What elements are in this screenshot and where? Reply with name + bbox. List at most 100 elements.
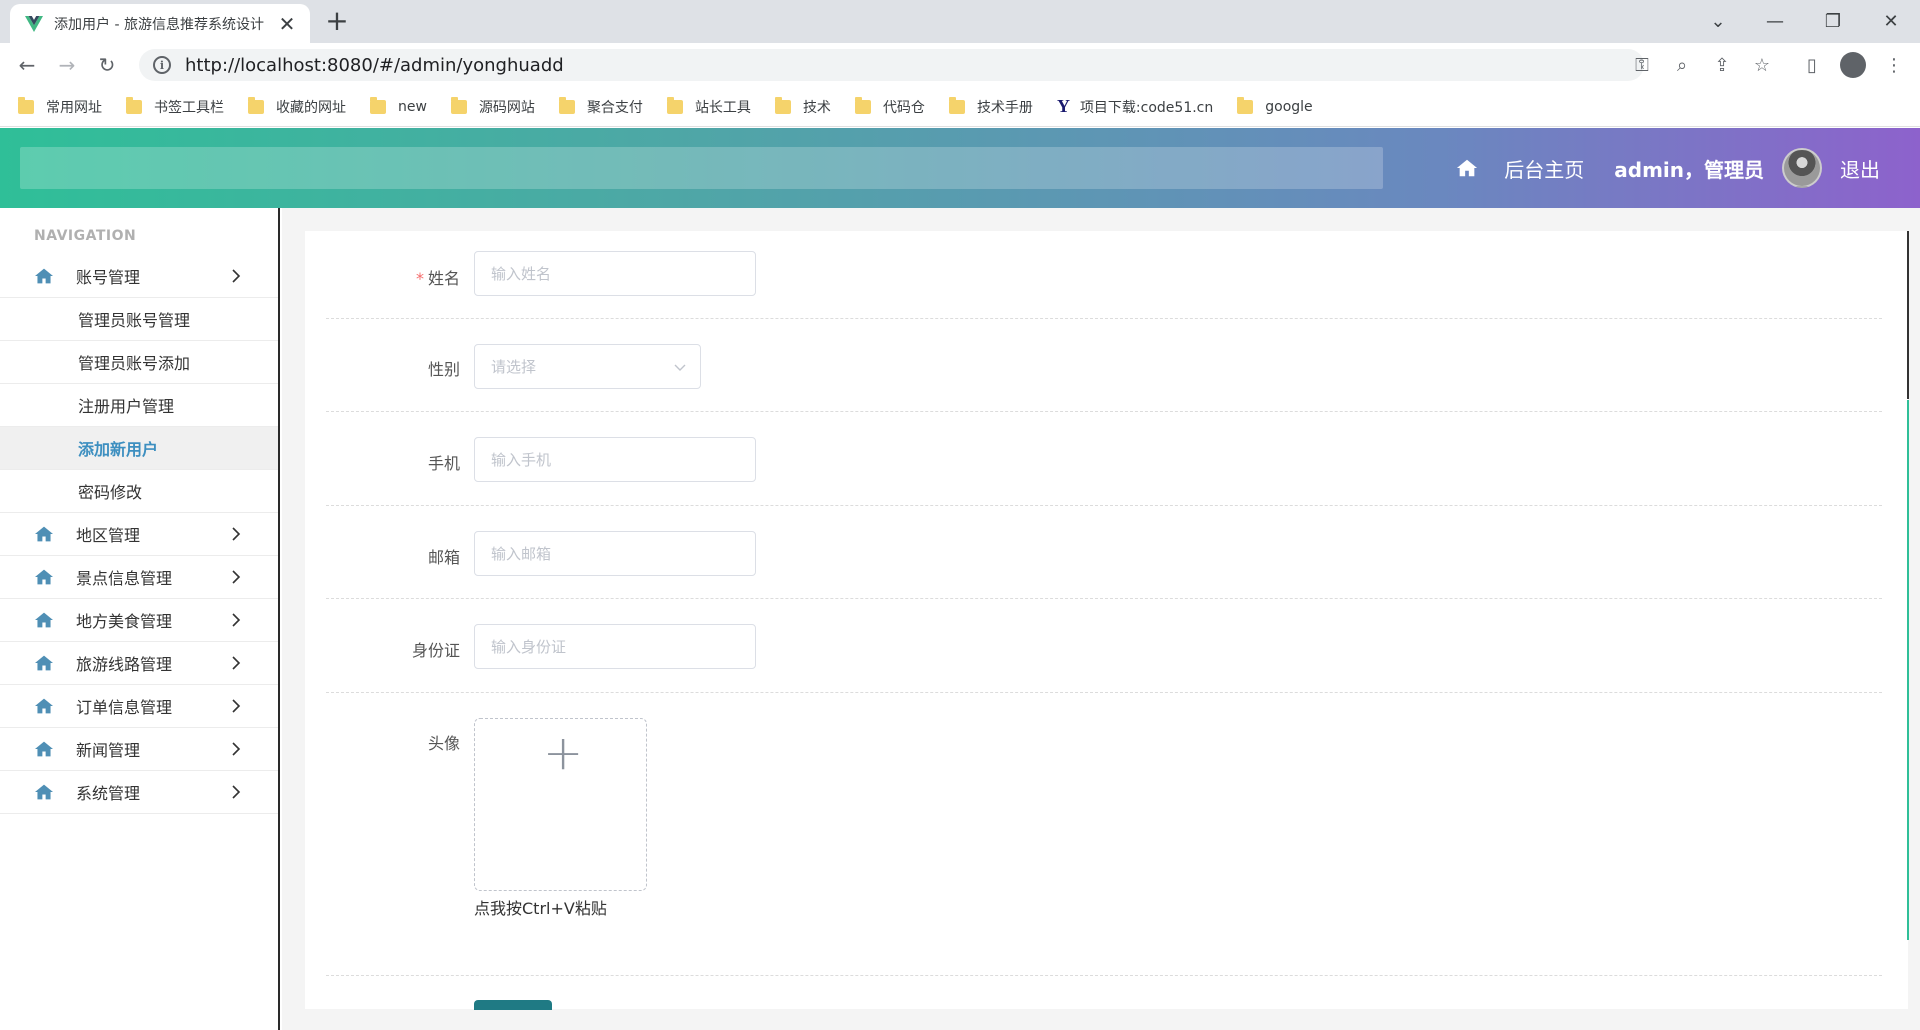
chevron-right-icon: [232, 742, 241, 756]
profile-avatar-icon[interactable]: [1840, 52, 1866, 78]
vue-logo-icon: [24, 14, 44, 34]
sidebar-subitem-password[interactable]: 密码修改: [0, 470, 278, 513]
phone-input[interactable]: 输入手机: [474, 437, 756, 482]
zoom-icon[interactable]: ⌕: [1670, 53, 1694, 77]
share-icon[interactable]: ⇪: [1710, 53, 1734, 77]
gender-select[interactable]: 请选择: [474, 344, 701, 389]
name-input[interactable]: 输入姓名: [474, 251, 756, 296]
restore-icon[interactable]: ❐: [1810, 6, 1856, 36]
key-icon[interactable]: ⚿: [1630, 53, 1654, 77]
forward-icon[interactable]: →: [54, 52, 80, 78]
tab-search-icon[interactable]: ⌄: [1695, 6, 1741, 36]
bookmark-label: 代码仓: [882, 99, 925, 116]
form-row-avatar: 头像 + 点我按Ctrl+V粘贴: [326, 693, 1882, 976]
sidebar: NAVIGATION 账号管理 管理员账号管理 管理员账号添加 注册用户管理 添…: [0, 208, 280, 1030]
bookmark-item[interactable]: google: [1237, 96, 1313, 115]
sidebar-item-news[interactable]: 新闻管理: [0, 728, 278, 771]
bookmark-label: 技术: [802, 99, 831, 116]
form-row-gender: 性别 请选择: [326, 319, 1882, 412]
menu-kebab-icon[interactable]: ⋮: [1882, 53, 1906, 77]
address-bar[interactable]: i http://localhost:8080/#/admin/yonghuad…: [139, 49, 1644, 81]
new-tab-icon[interactable]: +: [323, 7, 351, 36]
sidebar-item-label: 订单信息管理: [76, 698, 173, 717]
bookmarks-bar: 常用网址 书签工具栏 收藏的网址 new 源码网站 聚合支付 站长工具 技术 代…: [0, 87, 1920, 127]
sidebar-item-label: 地方美食管理: [76, 612, 173, 631]
email-input[interactable]: 输入邮箱: [474, 531, 756, 576]
bookmark-item[interactable]: 源码网站: [450, 96, 535, 117]
bookmark-label: 技术手册: [976, 99, 1033, 116]
sidebar-item-label: 旅游线路管理: [76, 655, 173, 674]
back-icon[interactable]: ←: [14, 52, 40, 78]
scrollbar-track[interactable]: [1907, 231, 1909, 399]
bookmark-item[interactable]: 站长工具: [666, 96, 751, 117]
sidebar-subitem-add-user[interactable]: 添加新用户: [0, 427, 278, 470]
browser-tab[interactable]: 添加用户 - 旅游信息推荐系统设计 ✕: [10, 4, 310, 43]
bookmark-item[interactable]: 书签工具栏: [126, 96, 224, 117]
sidebar-item-label: 新闻管理: [76, 741, 141, 760]
url-text: http://localhost:8080/#/admin/yonghuadd: [185, 54, 564, 76]
sidebar-item-label: 账号管理: [76, 268, 141, 287]
sidebar-item-scenic[interactable]: 景点信息管理: [0, 556, 278, 599]
sidebar-subitem-user-manage[interactable]: 注册用户管理: [0, 384, 278, 427]
form-row-name: * 姓名 输入姓名: [326, 246, 1882, 319]
reload-icon[interactable]: ↻: [94, 52, 120, 78]
chevron-right-icon: [232, 570, 241, 584]
home-icon: [35, 612, 53, 628]
avatar-label: 头像: [427, 734, 460, 753]
logout-button[interactable]: 退出: [1840, 154, 1880, 183]
chevron-right-icon: [232, 613, 241, 627]
bookmark-label: 聚合支付: [586, 99, 643, 116]
name-label-text: 姓名: [427, 269, 460, 288]
home-icon[interactable]: [1456, 157, 1478, 179]
browser-tabstrip: 添加用户 - 旅游信息推荐系统设计 ✕ + ⌄ — ❐ ✕: [0, 0, 1920, 43]
avatar-uploader[interactable]: +: [474, 718, 647, 891]
avatar[interactable]: [1782, 148, 1822, 188]
sidebar-item-orders[interactable]: 订单信息管理: [0, 685, 278, 728]
sidebar-item-food[interactable]: 地方美食管理: [0, 599, 278, 642]
bookmark-item[interactable]: 常用网址: [18, 96, 102, 117]
chevron-right-icon: [232, 699, 241, 713]
bookmark-label: 常用网址: [46, 99, 102, 116]
bookmark-label: 项目下载:code51.cn: [1079, 99, 1214, 116]
name-label: * 姓名: [340, 265, 460, 289]
site-info-icon[interactable]: i: [153, 56, 171, 74]
sidebar-subitem-admin-add[interactable]: 管理员账号添加: [0, 341, 278, 384]
paste-hint[interactable]: 点我按Ctrl+V粘贴: [474, 895, 607, 919]
tab-title: 添加用户 - 旅游信息推荐系统设计: [54, 16, 264, 33]
plus-icon: +: [543, 725, 584, 781]
folder-icon: [450, 96, 467, 114]
home-icon: [35, 526, 53, 542]
side-panel-icon[interactable]: ▯: [1800, 53, 1824, 77]
sidebar-item-account[interactable]: 账号管理: [0, 255, 278, 298]
header-actions: 后台主页 admin，管理员 退出: [1456, 128, 1880, 208]
app-header: 后台主页 admin，管理员 退出: [0, 128, 1920, 208]
idcard-input[interactable]: 输入身份证: [474, 624, 756, 669]
folder-icon: [948, 96, 965, 114]
bookmark-label: 收藏的网址: [276, 99, 346, 116]
sidebar-item-route[interactable]: 旅游线路管理: [0, 642, 278, 685]
bookmark-item[interactable]: 聚合支付: [558, 96, 643, 117]
form-row-phone: 手机 输入手机: [326, 412, 1882, 506]
form-row-email: 邮箱 输入邮箱: [326, 506, 1882, 599]
submit-button[interactable]: [474, 1000, 552, 1010]
bookmark-item[interactable]: 技术手册: [948, 96, 1033, 117]
home-icon: [35, 268, 53, 284]
chevron-right-icon: [232, 656, 241, 670]
tab-close-icon[interactable]: ✕: [276, 13, 298, 35]
bookmark-item[interactable]: Y 项目下载:code51.cn: [1057, 96, 1213, 117]
bookmark-star-icon[interactable]: ☆: [1750, 53, 1774, 77]
bookmark-item[interactable]: 技术: [774, 96, 831, 117]
bookmark-item[interactable]: new: [370, 96, 427, 115]
home-icon: [35, 655, 53, 671]
minimize-icon[interactable]: —: [1752, 6, 1798, 36]
backend-home-link[interactable]: 后台主页: [1504, 154, 1584, 183]
sidebar-item-system[interactable]: 系统管理: [0, 771, 278, 814]
scrollbar-thumb[interactable]: [1907, 400, 1909, 940]
sidebar-subitem-admin-manage[interactable]: 管理员账号管理: [0, 298, 278, 341]
home-icon: [35, 569, 53, 585]
form-row-idcard: 身份证 输入身份证: [326, 599, 1882, 693]
sidebar-item-region[interactable]: 地区管理: [0, 513, 278, 556]
close-window-icon[interactable]: ✕: [1868, 6, 1914, 36]
bookmark-item[interactable]: 代码仓: [854, 96, 925, 117]
bookmark-item[interactable]: 收藏的网址: [248, 96, 346, 117]
